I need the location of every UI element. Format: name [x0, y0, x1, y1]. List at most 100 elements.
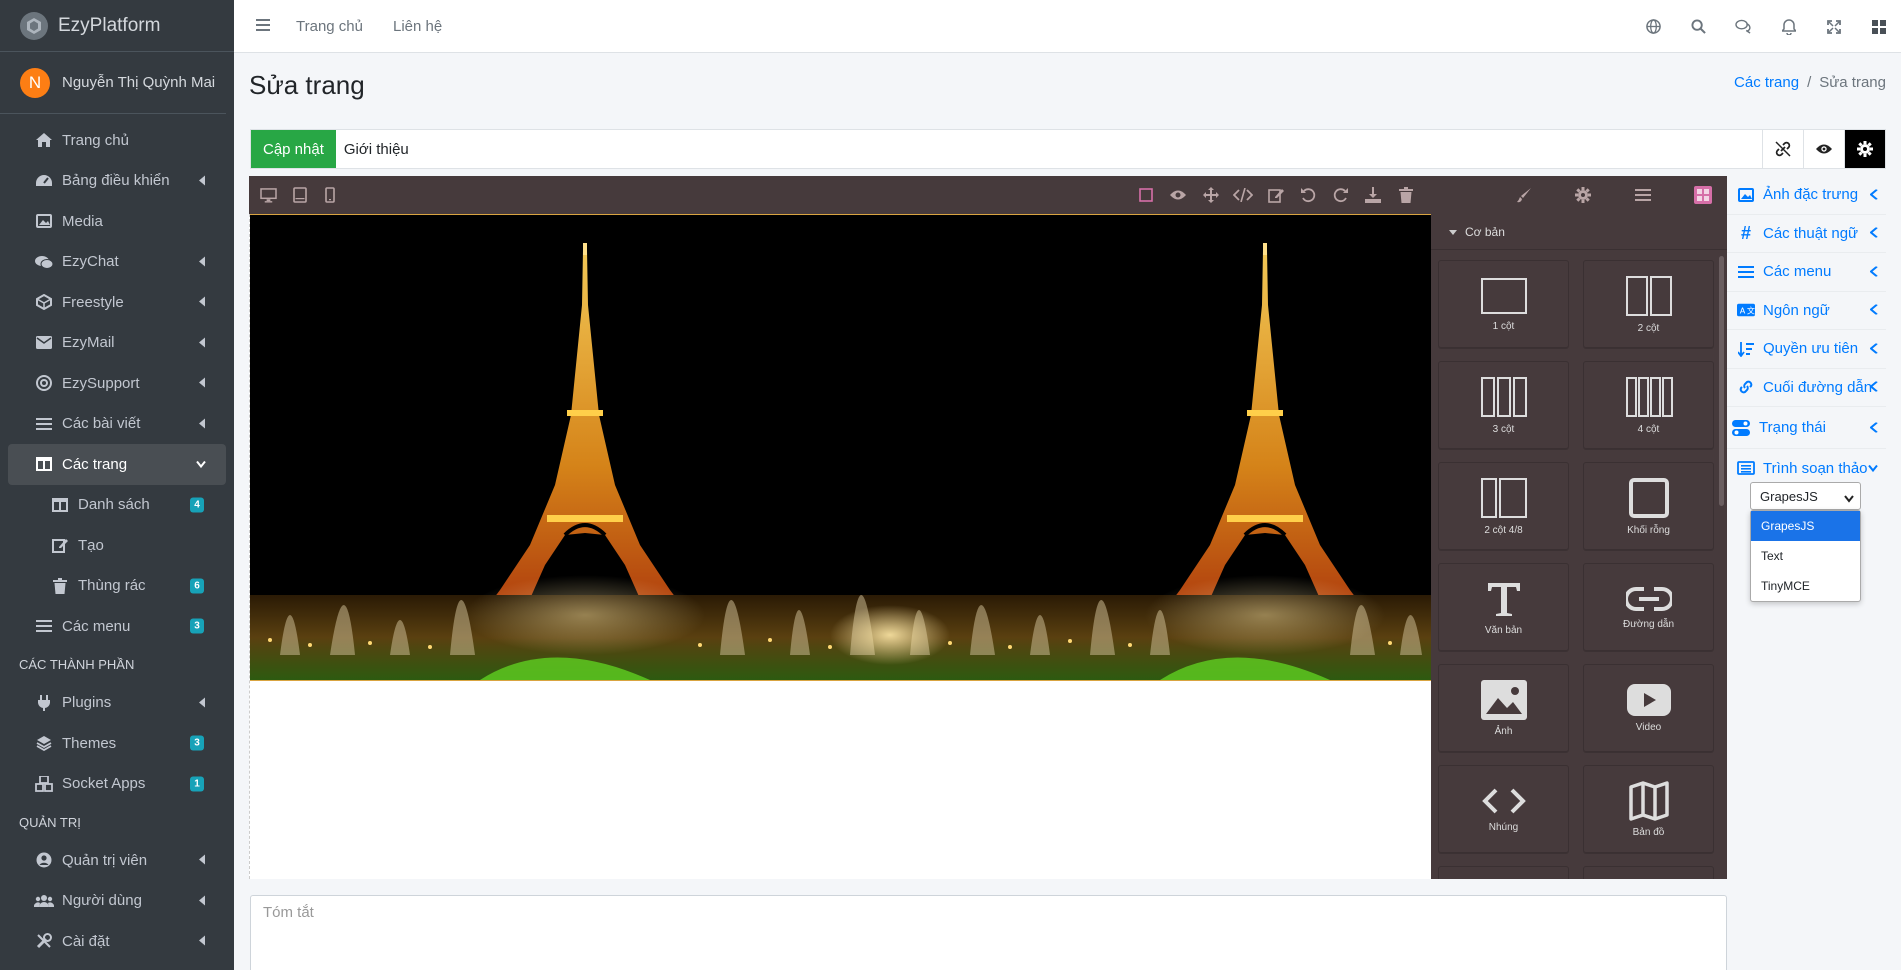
block-3-columns[interactable]: 3 cột [1438, 361, 1569, 449]
mobile-device-icon[interactable] [319, 184, 341, 206]
panel-item-slug[interactable]: Cuối đường dẫn [1727, 369, 1886, 407]
sidebar-item-users[interactable]: Người dùng [8, 881, 226, 922]
redo-icon[interactable] [1330, 184, 1352, 206]
block-4-columns[interactable]: 4 cột [1583, 361, 1714, 449]
block-map[interactable]: Bản đồ [1583, 765, 1714, 853]
undo-icon[interactable] [1297, 184, 1319, 206]
panel-item-label: Trạng thái [1759, 419, 1826, 436]
fullscreen-icon[interactable] [1811, 19, 1856, 34]
editor-option[interactable]: Text [1751, 541, 1860, 571]
panel-item-status[interactable]: Trạng thái [1727, 407, 1886, 449]
sidebar-item-socket-apps[interactable]: Socket Apps 1 [8, 764, 226, 805]
topnav-contact-link[interactable]: Liên hệ [393, 18, 442, 35]
sidebar-item-posts[interactable]: Các bài viết [8, 404, 226, 445]
panel-item-menus[interactable]: Các menu [1727, 253, 1886, 292]
sidebar-item-ezymail[interactable]: EzyMail [8, 323, 226, 364]
sidebar-item-pages-create[interactable]: Tạo [8, 525, 226, 566]
preview-eye-icon[interactable] [1167, 184, 1189, 206]
breadcrumb-link-pages[interactable]: Các trang [1734, 74, 1799, 91]
sidebar-item-home[interactable]: Trang chủ [8, 120, 226, 161]
move-arrows-icon[interactable] [1200, 184, 1222, 206]
chevron-left-icon [198, 933, 206, 950]
editor-canvas[interactable] [249, 214, 1432, 879]
sidebar-item-label: Freestyle [62, 293, 124, 311]
sidebar-item-media[interactable]: Media [8, 201, 226, 242]
sw-visibility-icon[interactable] [1135, 184, 1157, 206]
grid-apps-icon[interactable] [1856, 19, 1901, 34]
gear-icon[interactable] [1844, 130, 1885, 168]
sidebar-header-components: CÁC THÀNH PHẦN [19, 657, 135, 672]
chevron-left-icon [198, 694, 206, 711]
user-panel[interactable]: N Nguyễn Thị Quỳnh Mai [0, 52, 226, 114]
editor-option[interactable]: GrapesJS [1751, 511, 1860, 541]
sidebar-item-dashboard[interactable]: Bảng điều khiển [8, 161, 226, 202]
block-2-columns[interactable]: 2 cột [1583, 260, 1714, 348]
editor-select[interactable]: GrapesJS [1750, 482, 1861, 510]
block-link[interactable]: Đường dẫn [1583, 563, 1714, 651]
sidebar-item-admins[interactable]: Quản trị viên [8, 840, 226, 881]
sidebar-item-plugins[interactable]: Plugins [8, 683, 226, 724]
sidebar-item-menus[interactable]: Các menu 3 [8, 606, 226, 647]
sidebar-item-settings[interactable]: Cài đặt [8, 921, 226, 962]
language-icon: A文 [1737, 301, 1755, 319]
image-icon [1480, 679, 1527, 720]
layers-bars-icon[interactable] [1632, 184, 1654, 206]
edit-icon[interactable] [1265, 184, 1287, 206]
block-empty[interactable]: Khối rỗng [1583, 462, 1714, 550]
bell-icon[interactable] [1766, 18, 1811, 35]
chat-icon[interactable] [1721, 19, 1766, 34]
block-text[interactable]: Văn bản [1438, 563, 1569, 651]
block-more[interactable] [1438, 866, 1569, 879]
globe-icon[interactable] [1631, 19, 1676, 34]
block-video[interactable]: Video [1583, 664, 1714, 752]
settings-gear-icon[interactable] [1572, 184, 1594, 206]
block-image[interactable]: Ảnh [1438, 664, 1569, 752]
block-embed[interactable]: Nhúng [1438, 765, 1569, 853]
block-label: Nhúng [1488, 821, 1519, 833]
eye-icon[interactable] [1803, 130, 1844, 168]
panel-item-featured-image[interactable]: Ảnh đặc trưng [1727, 176, 1886, 215]
hamburger-menu-icon[interactable] [256, 18, 270, 35]
brush-icon[interactable] [1513, 184, 1535, 206]
sidebar-item-label: Themes [62, 734, 117, 752]
envelope-icon [34, 334, 54, 352]
block-1-column[interactable]: 1 cột [1438, 260, 1569, 348]
chevron-down-icon [1868, 460, 1878, 477]
sidebar-item-pages[interactable]: Các trang [8, 444, 226, 485]
blocks-category[interactable]: Cơ bản [1431, 214, 1727, 250]
trash-icon[interactable] [1395, 184, 1417, 206]
sidebar-item-label: Danh sách [78, 496, 150, 514]
panel-item-language[interactable]: A文 Ngôn ngữ [1727, 292, 1886, 330]
brand-name: EzyPlatform [58, 14, 161, 36]
topnav-home-link[interactable]: Trang chủ [296, 18, 363, 35]
update-button[interactable]: Cập nhật [251, 130, 336, 168]
desktop-device-icon[interactable] [257, 184, 279, 206]
sidebar-item-pages-list[interactable]: Danh sách 4 [8, 485, 226, 526]
blocks-scrollbar[interactable] [1719, 256, 1724, 506]
brand[interactable]: EzyPlatform [0, 0, 234, 52]
eiffel-tower-image[interactable] [250, 214, 1432, 681]
unlink-icon[interactable] [1762, 130, 1803, 168]
avatar: N [20, 67, 50, 98]
panel-item-terms[interactable]: # Các thuật ngữ [1727, 215, 1886, 253]
sidebar-item-themes[interactable]: Themes 3 [8, 723, 226, 764]
sidebar-item-ezysupport[interactable]: EzySupport [8, 363, 226, 404]
code-icon[interactable] [1232, 184, 1254, 206]
count-badge: 3 [190, 735, 204, 751]
video-play-icon [1626, 683, 1671, 716]
chevron-left-icon [1869, 419, 1878, 436]
panel-item-priority[interactable]: Quyền ưu tiên [1727, 330, 1886, 369]
search-icon[interactable] [1676, 19, 1721, 34]
sidebar-item-pages-trash[interactable]: Thùng rác 6 [8, 566, 226, 607]
tablet-device-icon[interactable] [289, 184, 311, 206]
sidebar-item-freestyle[interactable]: Freestyle [8, 282, 226, 323]
download-icon[interactable] [1362, 184, 1384, 206]
blocks-grid-icon[interactable] [1692, 184, 1714, 206]
editor-option[interactable]: TinyMCE [1751, 571, 1860, 601]
block-more[interactable] [1583, 866, 1714, 879]
summary-textarea[interactable]: Tóm tắt [250, 895, 1727, 970]
panel-item-label: Trình soạn thảo [1763, 459, 1868, 477]
block-2-columns-4-8[interactable]: 2 cột 4/8 [1438, 462, 1569, 550]
sidebar-item-ezychat[interactable]: EzyChat [8, 242, 226, 283]
page-title-input[interactable] [343, 140, 1544, 158]
